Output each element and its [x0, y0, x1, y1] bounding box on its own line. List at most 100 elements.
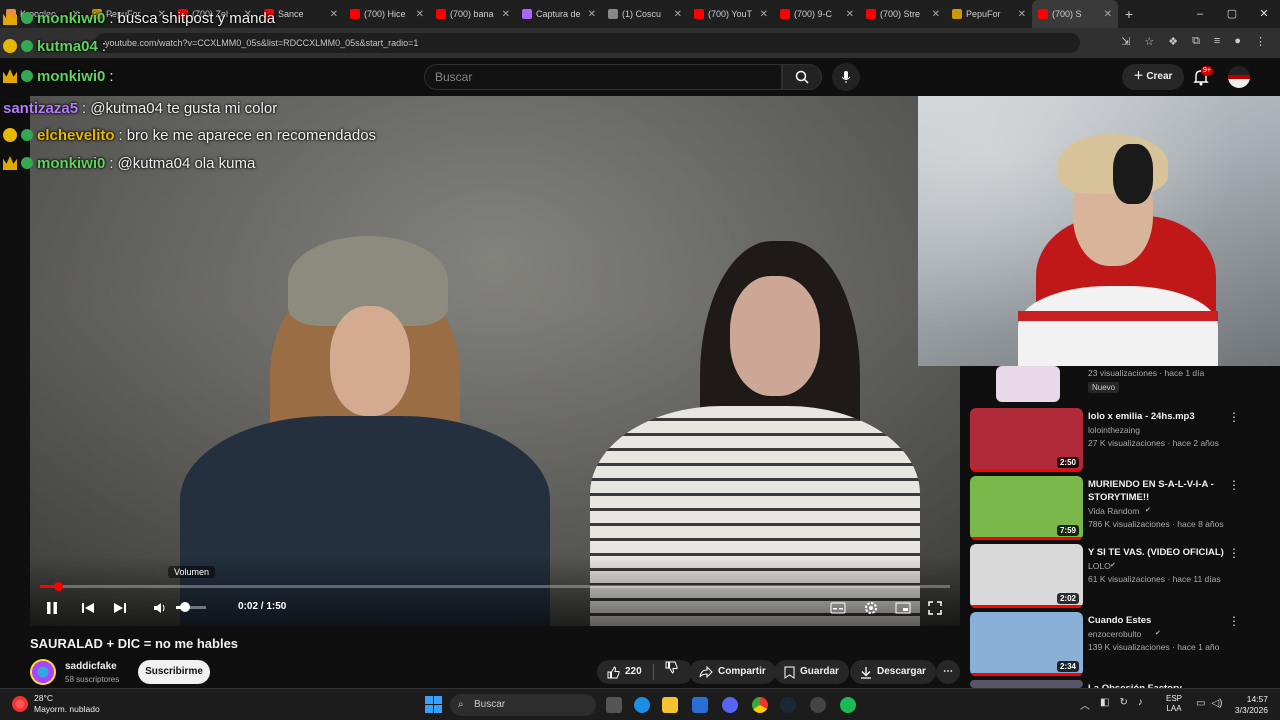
- new-tab-button[interactable]: +: [1118, 6, 1140, 22]
- input-language[interactable]: ESP LAA: [1166, 694, 1182, 714]
- obs-icon[interactable]: [810, 697, 826, 713]
- minimize-button[interactable]: –: [1184, 0, 1216, 28]
- browser-tab[interactable]: (700) 9-C ✕: [774, 0, 860, 28]
- tab-close-icon[interactable]: ✕: [502, 9, 510, 20]
- edge-icon[interactable]: [634, 697, 650, 713]
- pause-button[interactable]: [42, 598, 62, 618]
- browser-menu-icon[interactable]: ⋮: [1255, 35, 1266, 48]
- subtitles-button[interactable]: [828, 598, 848, 618]
- account-avatar[interactable]: [1228, 66, 1250, 88]
- dislike-button[interactable]: [665, 660, 678, 684]
- tray-app-icon[interactable]: ◧: [1100, 697, 1109, 712]
- recommendation-title[interactable]: Cuando Estes: [1088, 614, 1238, 627]
- tab-close-icon[interactable]: ✕: [416, 9, 424, 20]
- tray-mic-icon[interactable]: ♪: [1138, 697, 1143, 712]
- tab-close-icon[interactable]: ✕: [330, 9, 338, 20]
- tab-close-icon[interactable]: ✕: [674, 9, 682, 20]
- like-button[interactable]: 220: [607, 660, 642, 684]
- create-button[interactable]: ＋ Crear: [1122, 64, 1184, 90]
- media-control-icon[interactable]: ≡: [1214, 35, 1220, 48]
- browser-tab[interactable]: (1) Coscu ✕: [602, 0, 688, 28]
- recommendation-item[interactable]: 2:34 Cuando Estes enzocerobulto ✔ 139 K vis…: [970, 612, 1270, 676]
- steam-icon[interactable]: [780, 697, 796, 713]
- tab-close-icon[interactable]: ✕: [588, 9, 596, 20]
- status-icons[interactable]: ▭ ◁): [1196, 698, 1222, 709]
- save-button[interactable]: Guardar: [774, 660, 849, 684]
- seek-bar[interactable]: [40, 585, 950, 588]
- search-input[interactable]: Buscar: [424, 64, 782, 90]
- recommendation-item[interactable]: La Obsesión Factory: [970, 680, 1270, 694]
- more-options-icon[interactable]: ⋮: [1228, 546, 1240, 560]
- tray-overflow-icon[interactable]: ︿: [1080, 697, 1090, 712]
- video-thumbnail[interactable]: 2:34: [970, 612, 1083, 676]
- recommendation-item[interactable]: 1:57 23 visualizaciones · hace 1 día Nuevo: [970, 366, 1270, 406]
- start-button[interactable]: [425, 696, 442, 713]
- extension-icon[interactable]: ❖: [1168, 35, 1178, 48]
- spotify-icon[interactable]: [840, 697, 856, 713]
- chat-username: monkiwi0: [37, 67, 106, 85]
- weather-widget[interactable]: 28°C Mayorm. nublado: [12, 693, 100, 715]
- close-window-button[interactable]: ✕: [1248, 0, 1280, 28]
- recommendation-channel[interactable]: LOLO: [1088, 561, 1111, 571]
- next-button[interactable]: [110, 598, 130, 618]
- browser-tab[interactable]: (700) bana ✕: [430, 0, 516, 28]
- browser-tab[interactable]: (700) Hice ✕: [344, 0, 430, 28]
- video-thumbnail[interactable]: 2:50: [970, 408, 1083, 472]
- browser-tab[interactable]: (700) YouT ✕: [688, 0, 774, 28]
- tab-close-icon[interactable]: ✕: [760, 9, 768, 20]
- browser-tab[interactable]: Captura de ✕: [516, 0, 602, 28]
- more-actions-button[interactable]: ⋯: [936, 660, 960, 684]
- recommendation-channel[interactable]: lolointhezaing: [1088, 425, 1140, 435]
- taskbar-clock[interactable]: 14:57 3/3/2026: [1226, 694, 1268, 716]
- discord-icon[interactable]: [722, 697, 738, 713]
- more-options-icon[interactable]: ⋮: [1228, 478, 1240, 492]
- extensions-puzzle-icon[interactable]: ⧉: [1192, 35, 1200, 48]
- video-thumbnail[interactable]: 2:02: [970, 544, 1083, 608]
- file-explorer-icon[interactable]: [662, 697, 678, 713]
- microsoft-store-icon[interactable]: [692, 697, 708, 713]
- tab-close-icon[interactable]: ✕: [1104, 9, 1112, 20]
- install-icon[interactable]: ⇲: [1121, 35, 1130, 48]
- tab-close-icon[interactable]: ✕: [932, 9, 940, 20]
- recommendation-channel[interactable]: enzocerobulto: [1088, 629, 1141, 639]
- bookmark-star-icon[interactable]: ☆: [1144, 35, 1154, 48]
- share-button[interactable]: Compartir: [689, 660, 776, 684]
- video-thumbnail[interactable]: 1:57: [996, 366, 1060, 402]
- url-field[interactable]: youtube.com/watch?v=CCXLMM0_05s&list=RDC…: [95, 33, 1080, 53]
- mute-button[interactable]: [150, 598, 170, 618]
- settings-button[interactable]: [861, 598, 881, 618]
- task-view-icon[interactable]: [606, 697, 622, 713]
- browser-tab[interactable]: PepuFor ✕: [946, 0, 1032, 28]
- chrome-icon[interactable]: [752, 697, 768, 713]
- search-button[interactable]: [782, 64, 822, 90]
- tab-close-icon[interactable]: ✕: [1018, 9, 1026, 20]
- video-thumbnail[interactable]: [970, 680, 1083, 688]
- fullscreen-button[interactable]: [925, 598, 945, 618]
- recommendation-title[interactable]: Y SI TE VAS. (VIDEO OFICIAL): [1088, 546, 1238, 559]
- profile-icon[interactable]: ●: [1234, 35, 1241, 48]
- voice-search-button[interactable]: [832, 63, 860, 91]
- channel-name[interactable]: saddicfake: [65, 661, 117, 672]
- taskbar-search[interactable]: ⌕ Buscar: [450, 694, 596, 716]
- tab-close-icon[interactable]: ✕: [846, 9, 854, 20]
- seek-handle[interactable]: [54, 582, 63, 591]
- miniplayer-button[interactable]: [893, 598, 913, 618]
- channel-avatar[interactable]: [30, 659, 56, 685]
- browser-tab[interactable]: (700) Stre ✕: [860, 0, 946, 28]
- volume-slider-knob[interactable]: [180, 602, 190, 612]
- previous-button[interactable]: [78, 598, 98, 618]
- video-thumbnail[interactable]: 7:59: [970, 476, 1083, 540]
- more-options-icon[interactable]: ⋮: [1228, 410, 1240, 424]
- browser-tab[interactable]: (700) S ✕: [1032, 0, 1118, 28]
- subscribe-button[interactable]: Suscribirme: [138, 660, 210, 684]
- recommendation-title[interactable]: MURIENDO EN S-A-L-V-I-A - STORYTIME!!: [1088, 478, 1238, 504]
- recommendation-item[interactable]: 2:02 Y SI TE VAS. (VIDEO OFICIAL) LOLO ✔ 61…: [970, 544, 1270, 608]
- maximize-button[interactable]: ▢: [1216, 0, 1248, 28]
- recommendation-item[interactable]: 7:59 MURIENDO EN S-A-L-V-I-A - STORYTIME!…: [970, 476, 1270, 540]
- more-options-icon[interactable]: ⋮: [1228, 614, 1240, 628]
- tray-sync-icon[interactable]: ↻: [1119, 697, 1127, 712]
- recommendation-item[interactable]: 2:50 lolo x emilia - 24hs.mp3 lolointhezai…: [970, 408, 1270, 472]
- recommendation-title[interactable]: lolo x emilia - 24hs.mp3: [1088, 410, 1238, 423]
- recommendation-channel[interactable]: Vida Random: [1088, 506, 1139, 516]
- download-button[interactable]: Descargar: [850, 660, 936, 684]
